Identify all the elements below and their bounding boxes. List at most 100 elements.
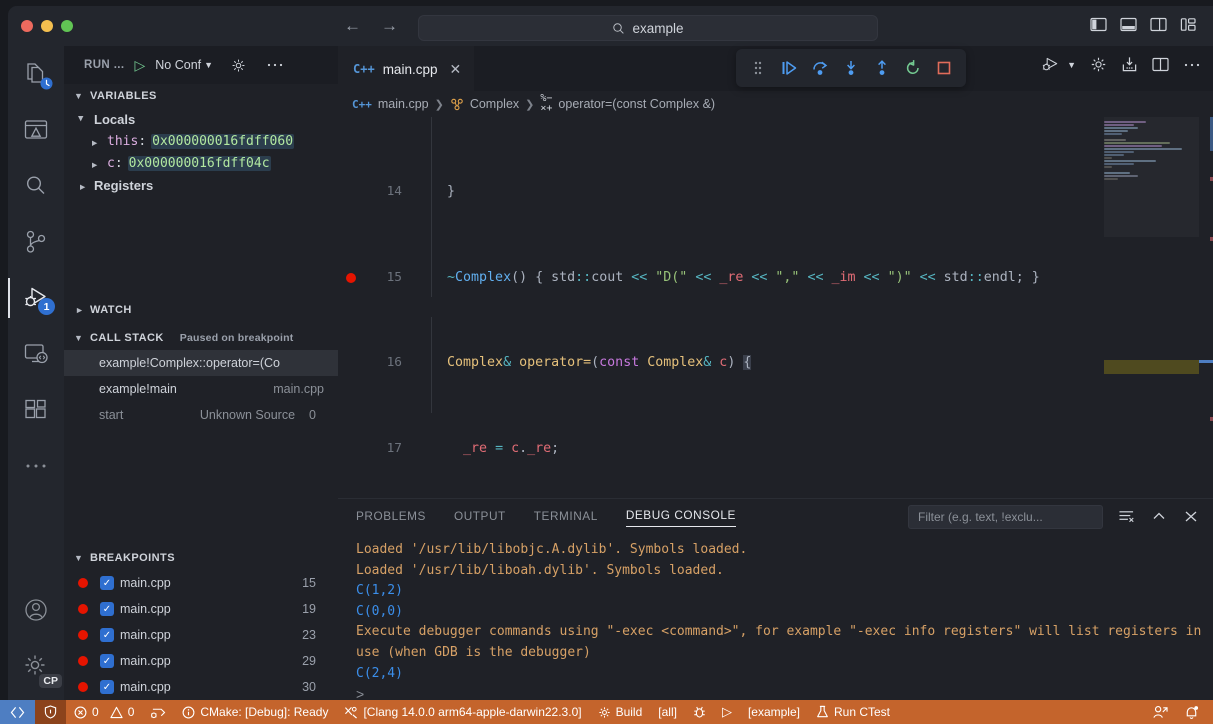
minimize-window-button[interactable] — [41, 20, 53, 32]
build-target-selector[interactable]: [all] — [650, 700, 685, 724]
breakpoint-row[interactable]: ✓ main.cpp 29 — [64, 648, 338, 674]
sidebar-item-search[interactable] — [8, 158, 64, 214]
debug-target-button[interactable] — [685, 700, 714, 724]
step-out-button[interactable] — [868, 54, 896, 82]
sidebar-item-source-control[interactable] — [8, 214, 64, 270]
tab-debug-console[interactable]: DEBUG CONSOLE — [625, 508, 736, 527]
callstack-frame[interactable]: start Unknown Source 0 — [64, 402, 338, 428]
minimap[interactable] — [1104, 117, 1199, 497]
maximize-window-button[interactable] — [61, 20, 73, 32]
ellipsis-icon[interactable] — [266, 62, 284, 68]
toggle-primary-sidebar-icon[interactable] — [1090, 17, 1107, 32]
sidebar-item-remote-explorer[interactable] — [8, 326, 64, 382]
toggle-secondary-sidebar-icon[interactable] — [1150, 17, 1167, 32]
customize-layout-icon[interactable] — [1180, 17, 1197, 32]
tab-terminal[interactable]: TERMINAL — [534, 509, 598, 525]
callstack-frame[interactable]: example!main main.cpp — [64, 376, 338, 402]
line-number: 17 — [386, 441, 402, 457]
breadcrumb-file[interactable]: main.cpp — [378, 97, 429, 111]
sidebar-item-run-and-debug[interactable]: 1 — [8, 270, 64, 326]
scope-registers[interactable]: ▼ Registers — [64, 174, 338, 196]
console-filter-input[interactable]: Filter (e.g. text, !exclu... — [908, 505, 1103, 529]
window-controls[interactable] — [21, 20, 73, 32]
run-or-debug-icon[interactable] — [1042, 56, 1061, 73]
layout-controls — [1090, 17, 1197, 32]
clear-console-icon[interactable] — [1118, 509, 1135, 524]
breakpoint-checkbox[interactable]: ✓ — [100, 602, 114, 616]
close-panel-icon[interactable] — [1183, 509, 1199, 524]
build-button[interactable]: Build — [590, 700, 651, 724]
breadcrumb-class[interactable]: Complex — [470, 97, 519, 111]
cmake-status[interactable]: CMake: [Debug]: Ready — [174, 700, 336, 724]
step-over-button[interactable] — [806, 54, 834, 82]
build-icon[interactable] — [1121, 56, 1138, 73]
continue-button[interactable] — [775, 54, 803, 82]
sidebar-item-extensions[interactable] — [8, 382, 64, 438]
back-arrow-icon[interactable]: ← — [344, 17, 361, 35]
variables-section-header[interactable]: ▼ VARIABLES — [64, 84, 338, 108]
breakpoint-checkbox[interactable]: ✓ — [100, 628, 114, 642]
remote-indicator[interactable] — [0, 700, 35, 724]
code-editor[interactable]: 14 } 15 ~Complex() { std::cout << "D(" <… — [338, 117, 1213, 497]
breakpoint-checkbox[interactable]: ✓ — [100, 680, 114, 694]
debug-console-output[interactable]: Loaded '/usr/lib/libobjc.A.dylib'. Symbo… — [338, 535, 1213, 684]
manage-settings-button[interactable]: CP — [8, 638, 64, 694]
notifications-button[interactable] — [1176, 700, 1213, 724]
close-window-button[interactable] — [21, 20, 33, 32]
callstack-section-header[interactable]: ▼ CALL STACK Paused on breakpoint — [64, 326, 338, 350]
debug-configuration-dropdown[interactable]: No Conf ▼ — [155, 58, 213, 72]
launch-target-run-button[interactable]: ▷ — [714, 700, 740, 724]
sidebar-item-explorer[interactable] — [8, 46, 64, 102]
cmake-kit-selector[interactable]: [Clang 14.0.0 arm64-apple-darwin22.3.0] — [336, 700, 589, 724]
breakpoint-row[interactable]: ✓ main.cpp 23 — [64, 622, 338, 648]
callstack-frame[interactable]: example!Complex::operator=(Co — [64, 350, 338, 376]
variable-row[interactable]: ▼ c: 0x000000016fdff04c — [64, 152, 338, 174]
command-center-search[interactable]: example — [418, 15, 878, 41]
breakpoint-dot-icon[interactable] — [346, 272, 356, 283]
watch-section-header[interactable]: ▼ WATCH — [64, 298, 338, 322]
sidebar-item-more[interactable] — [8, 438, 64, 494]
forward-arrow-icon[interactable]: → — [381, 17, 398, 35]
breakpoint-dot-icon — [78, 604, 88, 614]
breakpoint-row[interactable]: ✓ main.cpp 19 — [64, 596, 338, 622]
restart-button[interactable] — [899, 54, 927, 82]
breakpoint-row[interactable]: ✓ main.cpp 15 — [64, 570, 338, 596]
gear-icon[interactable] — [231, 58, 246, 73]
breakpoints-section-header[interactable]: ▼ BREAKPOINTS — [64, 546, 338, 570]
tab-main-cpp[interactable]: C++ main.cpp ✕ — [338, 46, 475, 91]
variable-row[interactable]: ▼ this: 0x000000016fdff060 — [64, 130, 338, 152]
sidebar-item-cmake[interactable] — [8, 102, 64, 158]
start-debugging-button[interactable]: ▷ — [135, 58, 146, 72]
editor-scrollbar[interactable] — [1199, 117, 1213, 497]
launch-target-selector[interactable]: [example] — [740, 700, 808, 724]
breakpoint-row[interactable]: ✓ main.cpp 30 — [64, 674, 338, 700]
tab-problems[interactable]: PROBLEMS — [356, 509, 426, 525]
workspace-trust-button[interactable] — [35, 700, 66, 724]
breakpoint-checkbox[interactable]: ✓ — [100, 576, 114, 590]
run-ctest-button[interactable]: Run CTest — [808, 700, 898, 724]
drag-handle[interactable] — [744, 54, 772, 82]
collapse-panel-icon[interactable] — [1151, 509, 1167, 524]
minimap-slider[interactable] — [1104, 117, 1199, 237]
ellipsis-icon[interactable] — [1183, 62, 1201, 68]
breakpoint-checkbox[interactable]: ✓ — [100, 654, 114, 668]
tab-output[interactable]: OUTPUT — [454, 509, 506, 525]
gear-icon[interactable] — [1090, 56, 1107, 73]
breadcrumb-member[interactable]: operator=(const Complex &) — [558, 97, 715, 111]
configuration-label: No Conf — [155, 58, 202, 72]
source-code[interactable]: 14 } 15 ~Complex() { std::cout << "D(" <… — [338, 117, 1213, 497]
problems-status[interactable]: 0 0 — [66, 700, 142, 724]
ports-icon — [151, 708, 166, 718]
accounts-button[interactable] — [8, 582, 64, 638]
chevron-down-icon[interactable]: ▼ — [1067, 60, 1076, 70]
breakpoint-dot-icon — [78, 630, 88, 640]
scope-locals[interactable]: ▼ Locals — [64, 108, 338, 130]
close-icon[interactable]: ✕ — [449, 61, 461, 78]
toggle-panel-icon[interactable] — [1120, 17, 1137, 32]
live-share-button[interactable] — [1144, 700, 1176, 724]
stop-button[interactable] — [930, 54, 958, 82]
ports-status[interactable] — [142, 700, 174, 724]
split-editor-icon[interactable] — [1152, 57, 1169, 72]
breakpoint-line: 15 — [302, 576, 316, 590]
step-into-button[interactable] — [837, 54, 865, 82]
